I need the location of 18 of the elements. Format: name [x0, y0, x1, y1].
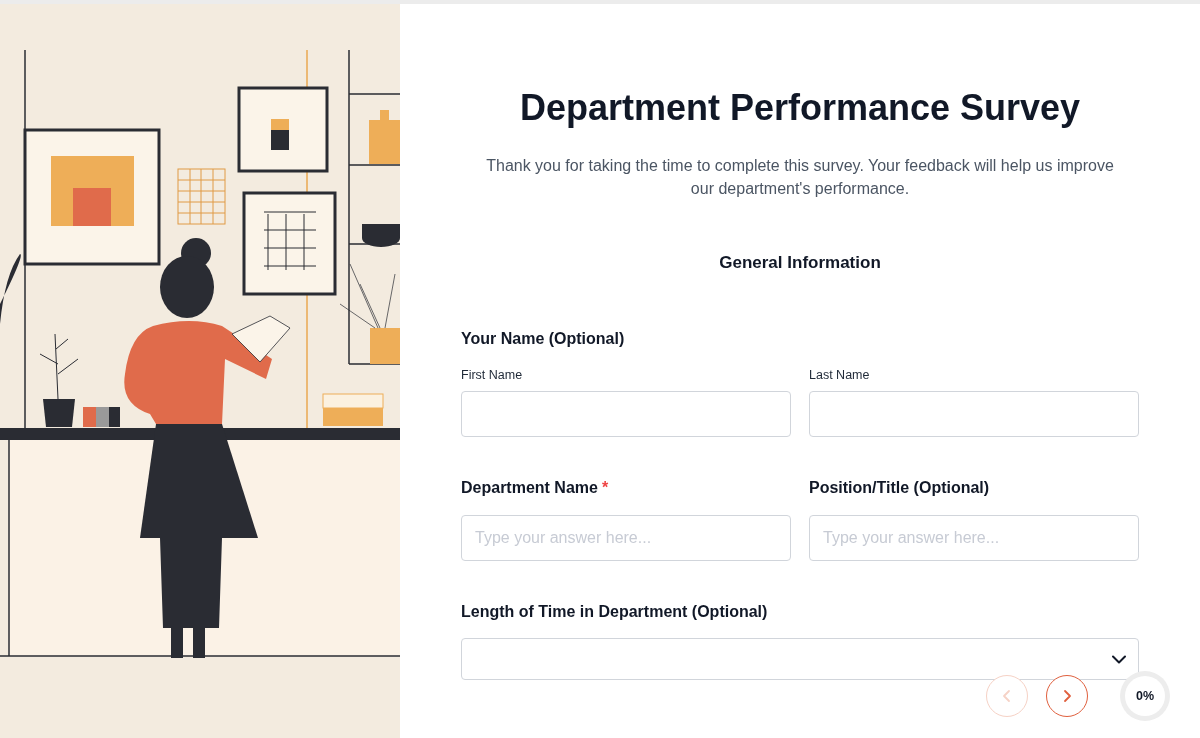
field-label: Department Name *	[461, 478, 610, 498]
required-mark: *	[601, 479, 609, 496]
section-heading: General Information	[718, 252, 882, 274]
input-field[interactable]: Type your answer here...	[809, 515, 1139, 561]
input-field[interactable]	[809, 391, 1139, 437]
chevron-down-icon	[1112, 654, 1126, 664]
dropdown-field[interactable]	[461, 638, 1139, 680]
field-label: Your Name (Optional)	[461, 329, 626, 349]
survey-intro: Thank you for taking the time to complete this survey. Your feedback will help us improve our department's performance.	[485, 156, 1115, 199]
field-label: Position/Title (Optional)	[809, 478, 991, 498]
next-button[interactable]	[1046, 675, 1088, 717]
progress-ring: 0%	[1120, 671, 1170, 721]
field-sublabel: First Name	[461, 367, 524, 383]
input-field[interactable]	[461, 391, 791, 437]
field-label: Length of Time in Department (Optional)	[461, 602, 769, 622]
survey-title: Department Performance Survey	[518, 86, 1082, 130]
field-sublabel: Last Name	[809, 367, 871, 383]
input-field[interactable]: Type your answer here...	[461, 515, 791, 561]
